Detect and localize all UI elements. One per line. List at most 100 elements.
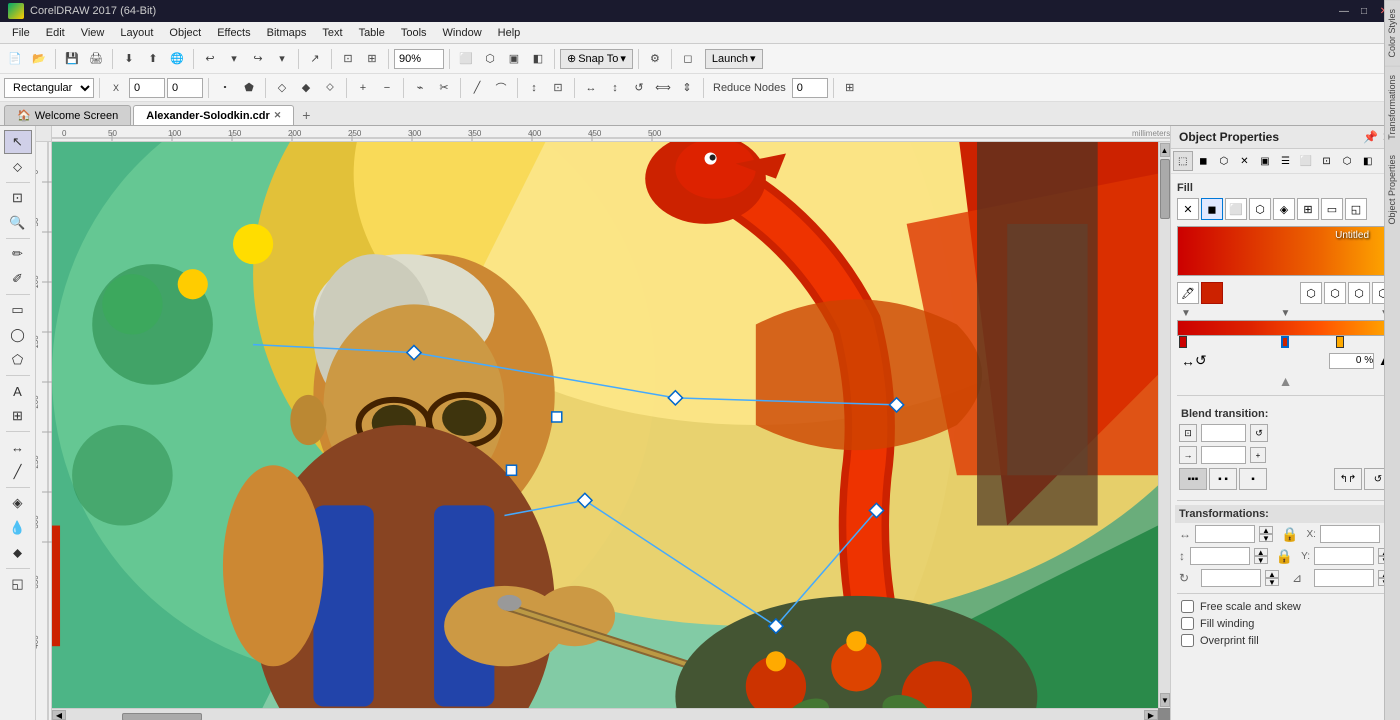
delete-node[interactable]: − [376,77,398,99]
menu-layout[interactable]: Layout [112,25,161,41]
break-nodes[interactable]: ✂ [433,77,455,99]
blend-type-spaced[interactable]: ▪ ▪ [1209,468,1237,490]
prop-icon-texture[interactable]: ☰ [1276,151,1296,171]
flip-v[interactable]: ⇕ [676,77,698,99]
tool-dimension[interactable]: ↔ [4,435,32,459]
print-button[interactable]: 🖨 [85,48,107,70]
x-input[interactable]: -11.747 % [1320,525,1380,543]
gradient-pct-input[interactable] [1329,353,1374,369]
menu-view[interactable]: View [73,25,113,41]
view-toggle4[interactable]: ◧ [527,48,549,70]
join-nodes[interactable]: ⌁ [409,77,431,99]
menu-effects[interactable]: Effects [209,25,258,41]
stretch-h[interactable]: ↔ [580,77,602,99]
add-node[interactable]: + [352,77,374,99]
height-input[interactable]: 82.703 % [1190,547,1250,565]
menu-table[interactable]: Table [351,25,393,41]
width-down[interactable]: ▼ [1259,534,1273,542]
object-properties-tab[interactable]: Object Properties [1385,147,1400,233]
fill-pattern1[interactable]: ⬡ [1300,282,1322,304]
lock-proportions-icon[interactable]: 🔒 [1281,526,1298,543]
free-scale-check[interactable] [1181,600,1194,613]
node-subselect[interactable]: ⬟ [238,77,260,99]
save-button[interactable]: 💾 [61,48,83,70]
line-segment[interactable]: ╱ [466,77,488,99]
tool-text[interactable]: A [4,379,32,403]
artwork-canvas[interactable] [52,142,1158,708]
tool-fill[interactable]: ◈ [4,491,32,515]
blend-type-single[interactable]: ▪ [1239,468,1267,490]
skew-input[interactable]: -20.2 ° [1314,569,1374,587]
redo-button[interactable]: ↪ [247,48,269,70]
menu-file[interactable]: File [4,25,38,41]
menu-text[interactable]: Text [314,25,350,41]
minimize-button[interactable]: — [1336,3,1352,19]
fill-solid-btn[interactable]: ◼ [1201,198,1223,220]
node-x[interactable]: X [105,77,127,99]
menu-window[interactable]: Window [435,25,490,41]
prop-icon-none[interactable]: ✕ [1235,151,1255,171]
rotation-spinner[interactable]: ▲ ▼ [1265,570,1279,586]
shape-select[interactable]: Rectangular [4,78,94,98]
fill-special-btn[interactable]: ▭ [1321,198,1343,220]
pointer-button[interactable]: ↗ [304,48,326,70]
scrollbar-vertical[interactable]: ▲ ▼ [1158,142,1170,708]
swap-colors-icon[interactable]: ↺ [1195,352,1207,369]
tool-eyedropper[interactable]: 💧 [4,516,32,540]
fill-none-btn[interactable]: ✕ [1177,198,1199,220]
extract-subpath[interactable]: ⊡ [547,77,569,99]
blend-speed-add[interactable]: + [1250,447,1266,463]
prop-icon-split-l[interactable]: ◧ [1358,151,1378,171]
tool-transparency[interactable]: ◱ [4,572,32,596]
fill-pattern2[interactable]: ⬡ [1324,282,1346,304]
flip-h[interactable]: ⟺ [652,77,674,99]
blend-refresh-icon[interactable]: ↺ [1250,424,1268,442]
tool-polygon[interactable]: ⬠ [4,348,32,372]
rotate-ccw[interactable]: ↺ [628,77,650,99]
y-input[interactable]: 31.371 % [1314,547,1374,565]
blend-type-solid[interactable]: ▪▪▪ [1179,468,1207,490]
tool-table[interactable]: ⊞ [4,404,32,428]
snap-button[interactable]: ⊕ Snap To ▾ [560,49,633,69]
height-down[interactable]: ▼ [1254,556,1268,564]
node-x-val[interactable] [129,78,165,98]
node-select-all[interactable]: ⬝ [214,77,236,99]
menu-object[interactable]: Object [161,25,209,41]
redo-dropdown[interactable]: ▾ [271,48,293,70]
prop-icon-hex[interactable]: ⬡ [1337,151,1357,171]
prop-icon-stroke[interactable]: ◼ [1194,151,1214,171]
export-button[interactable]: ⬆ [142,48,164,70]
tab-document[interactable]: Alexander-Solodkin.cdr ✕ [133,105,294,125]
canvas-area[interactable]: 0 50 100 150 200 250 300 350 400 [36,126,1170,720]
tool-crop[interactable]: ⊡ [4,186,32,210]
maximize-button[interactable]: □ [1356,3,1372,19]
open-button[interactable]: 📂 [28,48,50,70]
prop-icon-special[interactable]: ⬜ [1296,151,1316,171]
tool-rectangle[interactable]: ▭ [4,298,32,322]
prop-icon-pattern[interactable]: ⬡ [1214,151,1234,171]
fill-hatch-btn[interactable]: ⊞ [1297,198,1319,220]
zoom-input[interactable] [394,49,444,69]
tool-zoom[interactable]: 🔍 [4,211,32,235]
panel-pin-icon[interactable]: 📌 [1363,130,1378,144]
fill-vector-btn[interactable]: ⬡ [1249,198,1271,220]
elastic-mode[interactable]: ⊞ [839,77,861,99]
screen-mode[interactable]: ◻ [677,48,699,70]
tool-ellipse[interactable]: ◯ [4,323,32,347]
stretch-v[interactable]: ↕ [604,77,626,99]
reverse-curve[interactable]: ↕ [523,77,545,99]
overprint-fill-check[interactable] [1181,634,1194,647]
width-spinner[interactable]: ▲ ▼ [1259,526,1273,542]
new-button[interactable]: 📄 [4,48,26,70]
import-button[interactable]: ⬇ [118,48,140,70]
tool-node[interactable]: ⬦ [4,155,32,179]
reverse-blend-icon[interactable]: ↔ [1181,353,1195,369]
prop-icon-more[interactable]: ⊡ [1317,151,1337,171]
tab-welcome[interactable]: 🏠 Welcome Screen [4,105,131,125]
publish-button[interactable]: 🌐 [166,48,188,70]
fill-copy-btn[interactable] [1201,282,1223,304]
scroll-thumb-v[interactable] [1160,159,1170,219]
symmetric-node[interactable]: ⬦ [319,77,341,99]
menu-tools[interactable]: Tools [393,25,435,41]
undo-dropdown[interactable]: ▾ [223,48,245,70]
